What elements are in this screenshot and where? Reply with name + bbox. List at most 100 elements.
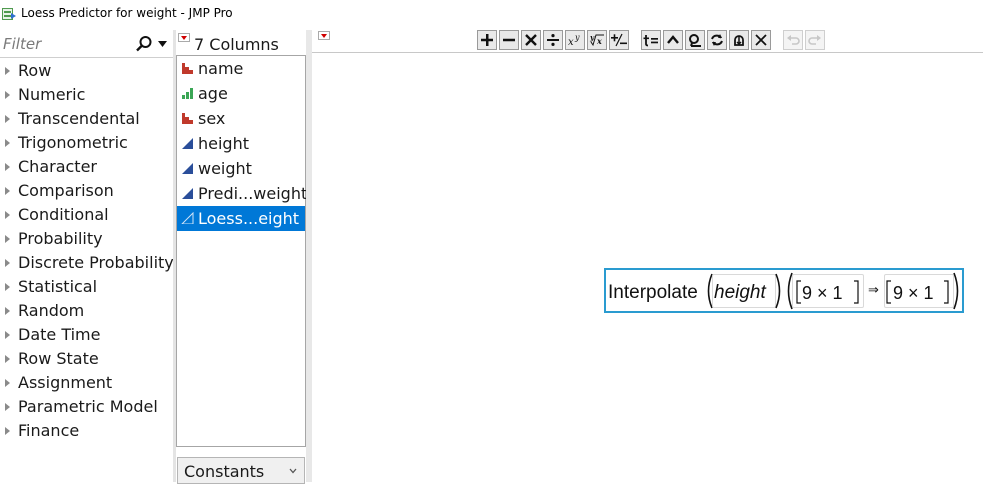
column-item-loess-weight[interactable]: Loess...eight [177,206,305,231]
filter-dropdown-icon[interactable] [158,41,167,47]
matrix-bracket-right-icon [944,280,949,304]
power-icon: xy [568,33,580,47]
nominal-icon [182,63,193,74]
search-icon[interactable] [135,35,153,53]
fn-category-finance[interactable]: Finance [0,419,173,443]
subtract-button[interactable] [499,30,519,50]
multiply-button[interactable] [521,30,541,50]
fn-category-character[interactable]: Character [0,155,173,179]
fn-category-parametric-model[interactable]: Parametric Model [0,395,173,419]
caret-up-button[interactable] [663,30,683,50]
close-paren-icon [953,272,959,310]
expand-triangle-icon[interactable] [5,67,10,75]
fn-category-numeric[interactable]: Numeric [0,83,173,107]
unlock-button[interactable] [729,30,749,50]
continuous-formula-icon [181,212,194,224]
matrix-bracket-right-icon [854,280,859,304]
fn-category-statistical[interactable]: Statistical [0,275,173,299]
column-item-sex[interactable]: sex [177,106,305,131]
constants-dropdown[interactable]: Constants [177,457,305,484]
svg-text:x: x [596,36,602,46]
undo-icon [787,35,800,45]
expand-triangle-icon[interactable] [5,139,10,147]
fn-category-label: Transcendental [18,109,140,128]
column-label: sex [198,109,226,128]
function-browser: Row Numeric Transcendental Trigonometric… [0,30,174,482]
arrow-icon: ⇒ [868,283,879,298]
close-paren-icon [775,273,781,309]
expand-triangle-icon[interactable] [5,331,10,339]
expand-triangle-icon[interactable] [5,91,10,99]
continuous-icon [182,188,193,199]
expand-triangle-icon[interactable] [5,211,10,219]
filter-input[interactable] [3,34,131,54]
matrix-y-dims: 9 × 1 [893,283,934,303]
fn-category-label: Parametric Model [18,397,158,416]
fn-category-comparison[interactable]: Comparison [0,179,173,203]
power-button[interactable]: xy [565,30,585,50]
continuous-icon [182,138,193,149]
fn-category-transcendental[interactable]: Transcendental [0,107,173,131]
function-category-list: Row Numeric Transcendental Trigonometric… [0,59,174,443]
columns-header: 7 Columns [176,30,308,55]
plus-minus-icon [611,33,627,47]
formula-expression[interactable]: Interpolate height 9 × 1 ⇒ 9 × 1 [604,268,964,313]
expand-triangle-icon[interactable] [5,355,10,363]
swap-button[interactable] [707,30,727,50]
column-item-weight[interactable]: weight [177,156,305,181]
formula-editor-canvas[interactable] [312,52,983,482]
peel-icon [689,34,701,47]
column-label: age [198,84,228,103]
fn-category-discrete-probability[interactable]: Discrete Probability [0,251,174,275]
assignment-button[interactable] [641,30,661,50]
column-item-age[interactable]: age [177,81,305,106]
expand-triangle-icon[interactable] [5,187,10,195]
nominal-icon [182,113,193,124]
expand-triangle-icon[interactable] [5,379,10,387]
fn-category-row-state[interactable]: Row State [0,347,173,371]
expand-triangle-icon[interactable] [5,283,10,291]
fn-category-label: Conditional [18,205,109,224]
redo-icon [808,35,821,45]
column-item-name[interactable]: name [177,56,305,81]
expand-triangle-icon[interactable] [5,427,10,435]
fn-category-label: Character [18,157,97,176]
columns-count-label: 7 Columns [194,35,279,54]
fn-category-row[interactable]: Row [0,59,173,83]
function-name[interactable]: Interpolate [608,282,698,304]
expand-triangle-icon[interactable] [5,115,10,123]
fn-category-random[interactable]: Random [0,299,173,323]
expand-triangle-icon[interactable] [5,403,10,411]
editor-red-triangle-menu-icon[interactable] [318,31,330,40]
column-item-predicted-weight[interactable]: Predi...weight [177,181,307,206]
peel-button[interactable] [685,30,705,50]
fn-category-assignment[interactable]: Assignment [0,371,173,395]
expand-triangle-icon[interactable] [5,307,10,315]
fn-category-trigonometric[interactable]: Trigonometric [0,131,173,155]
assignment-icon [643,35,658,47]
caret-up-icon [667,35,679,44]
swap-icon [711,34,723,46]
column-item-height[interactable]: height [177,131,305,156]
root-button[interactable]: yx [587,30,607,50]
svg-text:y: y [574,33,580,42]
expand-triangle-icon[interactable] [5,163,10,171]
filter-box [0,30,173,58]
plus-minus-button[interactable] [609,30,629,50]
delete-button[interactable] [751,30,771,50]
continuous-icon [182,163,193,174]
fn-category-probability[interactable]: Probability [0,227,173,251]
multiply-icon [525,34,537,46]
columns-red-triangle-menu-icon[interactable] [178,33,190,42]
divide-button[interactable] [543,30,563,50]
expand-triangle-icon[interactable] [5,235,10,243]
undo-button[interactable] [783,30,803,50]
fn-category-date-time[interactable]: Date Time [0,323,173,347]
fn-category-conditional[interactable]: Conditional [0,203,173,227]
expand-triangle-icon[interactable] [5,259,10,267]
argument-height[interactable]: height [714,282,766,304]
ordinal-icon [182,88,193,99]
add-button[interactable] [477,30,497,50]
window-title: Loess Predictor for weight - JMP Pro [21,6,233,20]
redo-button[interactable] [805,30,825,50]
